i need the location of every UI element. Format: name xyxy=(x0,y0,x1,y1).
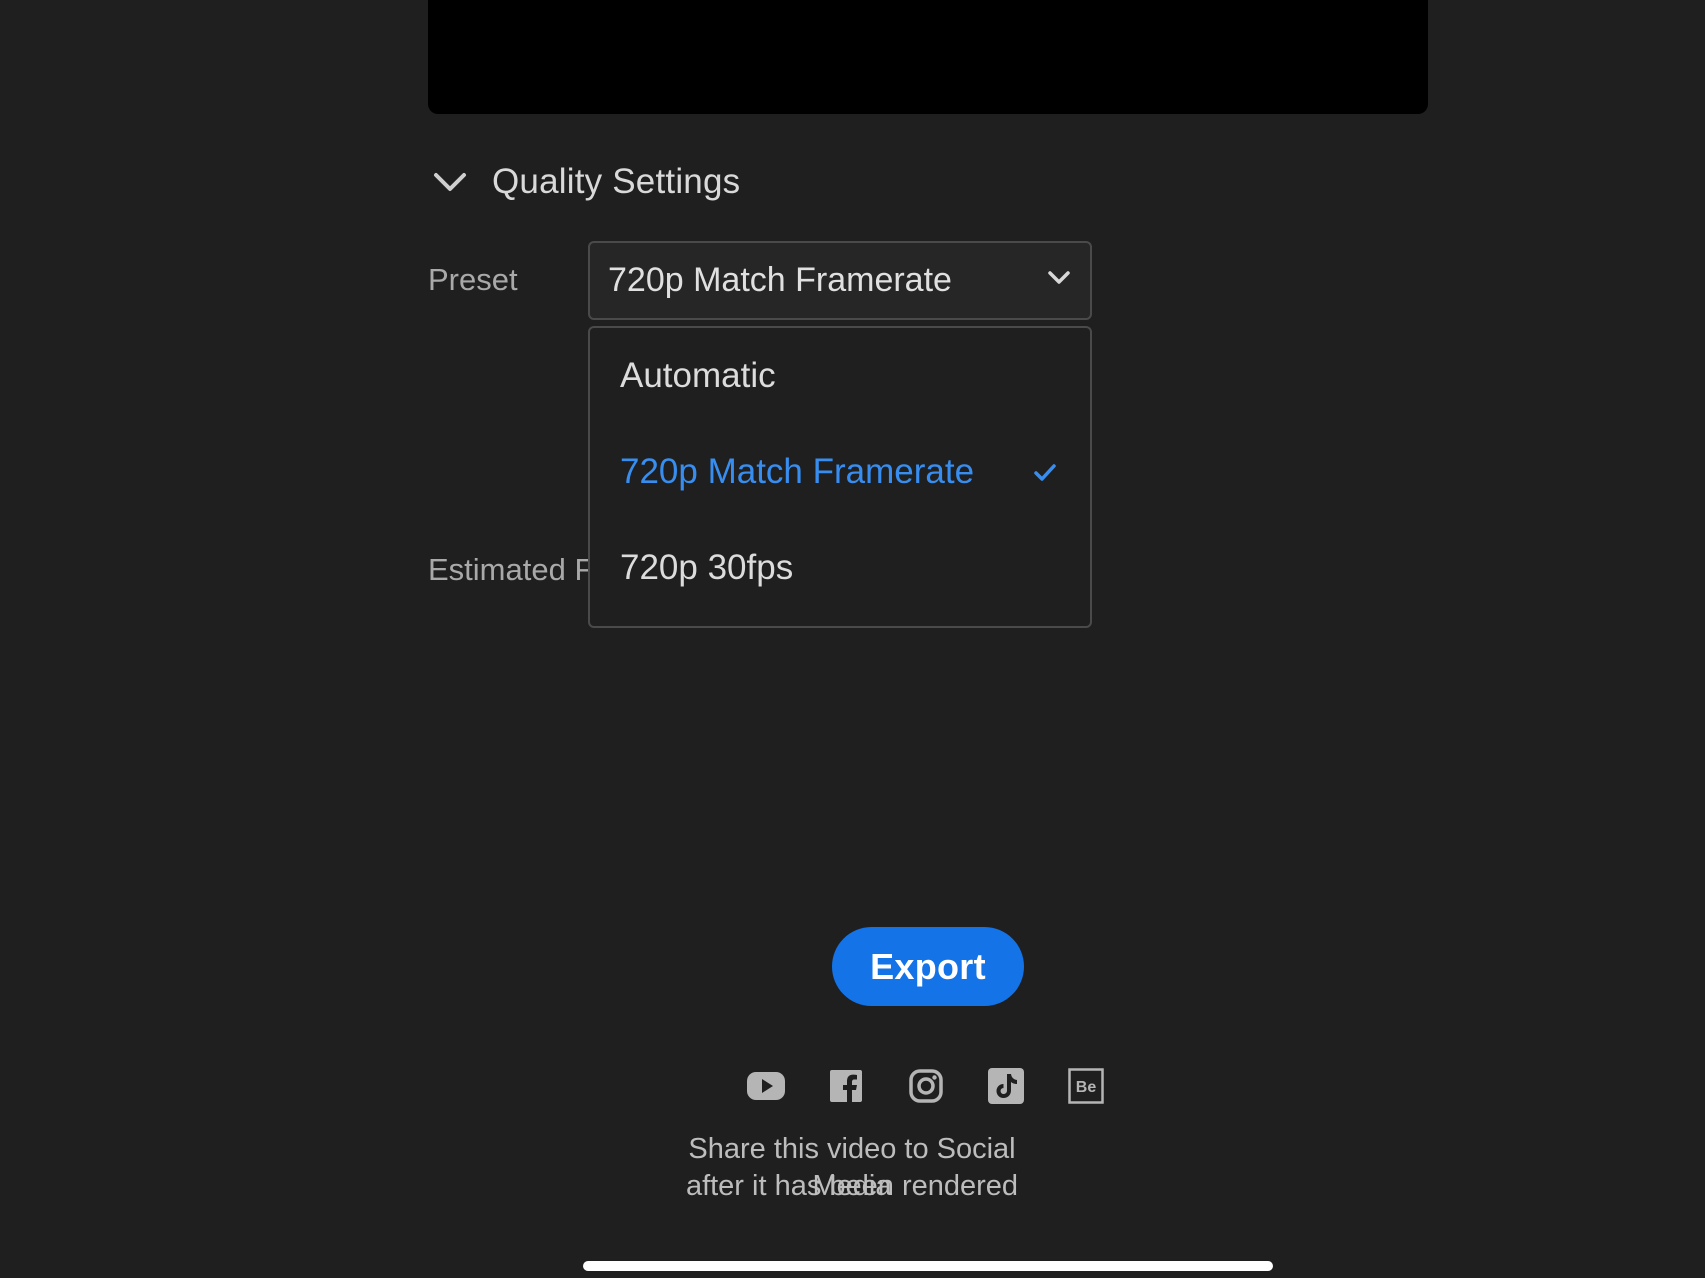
preset-label: Preset xyxy=(428,262,518,297)
instagram-icon[interactable] xyxy=(906,1066,946,1106)
section-title: Quality Settings xyxy=(492,162,741,201)
preset-select[interactable]: 720p Match Framerate xyxy=(588,241,1092,320)
option-label: 720p 30fps xyxy=(620,548,794,587)
behance-icon[interactable]: Be xyxy=(1066,1066,1106,1106)
option-label: Automatic xyxy=(620,356,776,395)
export-screen: Quality Settings Preset 720p Match Frame… xyxy=(0,0,1705,1278)
checkmark-icon xyxy=(1030,457,1060,487)
preset-dropdown-menu: Automatic 720p Match Framerate 720p 30fp… xyxy=(588,326,1092,628)
preset-option-720p-30fps[interactable]: 720p 30fps xyxy=(620,538,1060,598)
estimated-file-size-label: Estimated F xyxy=(428,552,594,587)
preset-option-720p-match-framerate[interactable]: 720p Match Framerate xyxy=(620,442,1060,502)
quality-settings-header[interactable]: Quality Settings xyxy=(428,160,740,204)
tiktok-icon[interactable] xyxy=(986,1066,1026,1106)
chevron-down-icon[interactable] xyxy=(428,160,472,204)
share-caption-line-2: after it has been rendered xyxy=(685,1170,1019,1202)
behance-glyph: Be xyxy=(1076,1079,1097,1096)
preset-selected-value: 720p Match Framerate xyxy=(608,261,952,299)
option-label: 720p Match Framerate xyxy=(620,452,975,491)
social-share-icons: Be xyxy=(746,1066,1106,1106)
facebook-icon[interactable] xyxy=(826,1066,866,1106)
youtube-icon[interactable] xyxy=(746,1066,786,1106)
chevron-down-icon xyxy=(1046,269,1072,292)
video-preview xyxy=(428,0,1428,114)
export-button[interactable]: Export xyxy=(832,927,1024,1006)
home-indicator[interactable] xyxy=(583,1261,1273,1271)
preset-option-automatic[interactable]: Automatic xyxy=(620,346,1060,406)
